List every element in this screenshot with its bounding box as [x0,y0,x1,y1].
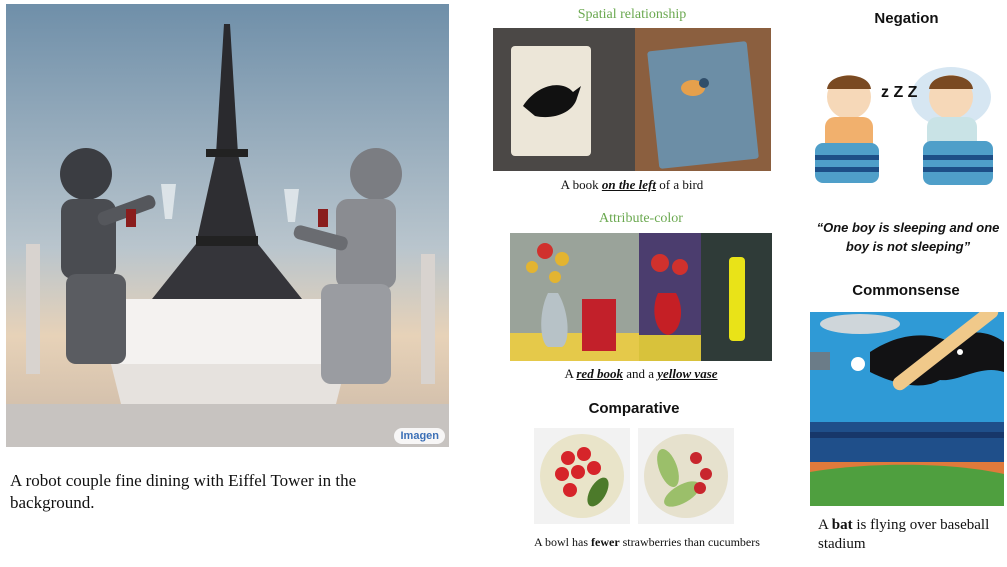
commonsense-caption: A bat is flying over baseball stadium [818,517,990,552]
main-caption: A robot couple fine dining with Eiffel T… [10,471,357,512]
bat-stadium-illustration [810,312,1004,506]
robot-dining-image: Imagen [6,4,449,447]
spatial-heading: Spatial relationship [577,7,687,22]
comparative-caption: A bowl has fewer strawberries than cucum… [534,535,760,549]
sleeping-boys-illustration: z Z Z [815,31,998,209]
strawberries-cucumbers-illustration [534,428,734,524]
negation-image: z Z Z [815,31,998,209]
zzz-text: z Z Z [881,84,918,101]
book-vase-illustration [510,233,772,361]
commonsense-heading: Commonsense [852,282,960,299]
attribute-caption: A red book and a yellow vase [564,366,718,381]
comparative-heading: Comparative [588,400,680,417]
book-bird-illustration [493,28,771,171]
commonsense-image [810,312,1004,506]
attribute-heading: Attribute-color [599,211,683,226]
robot-dining-illustration [6,4,449,447]
comparative-image [534,428,734,524]
attribute-image [510,233,772,361]
negation-heading: Negation [874,10,939,27]
imagen-badge: Imagen [394,428,445,444]
spatial-caption: A book on the left of a bird [560,177,704,192]
spatial-image [493,28,771,171]
negation-caption: “One boy is sleeping and one boy is not … [816,220,1000,254]
